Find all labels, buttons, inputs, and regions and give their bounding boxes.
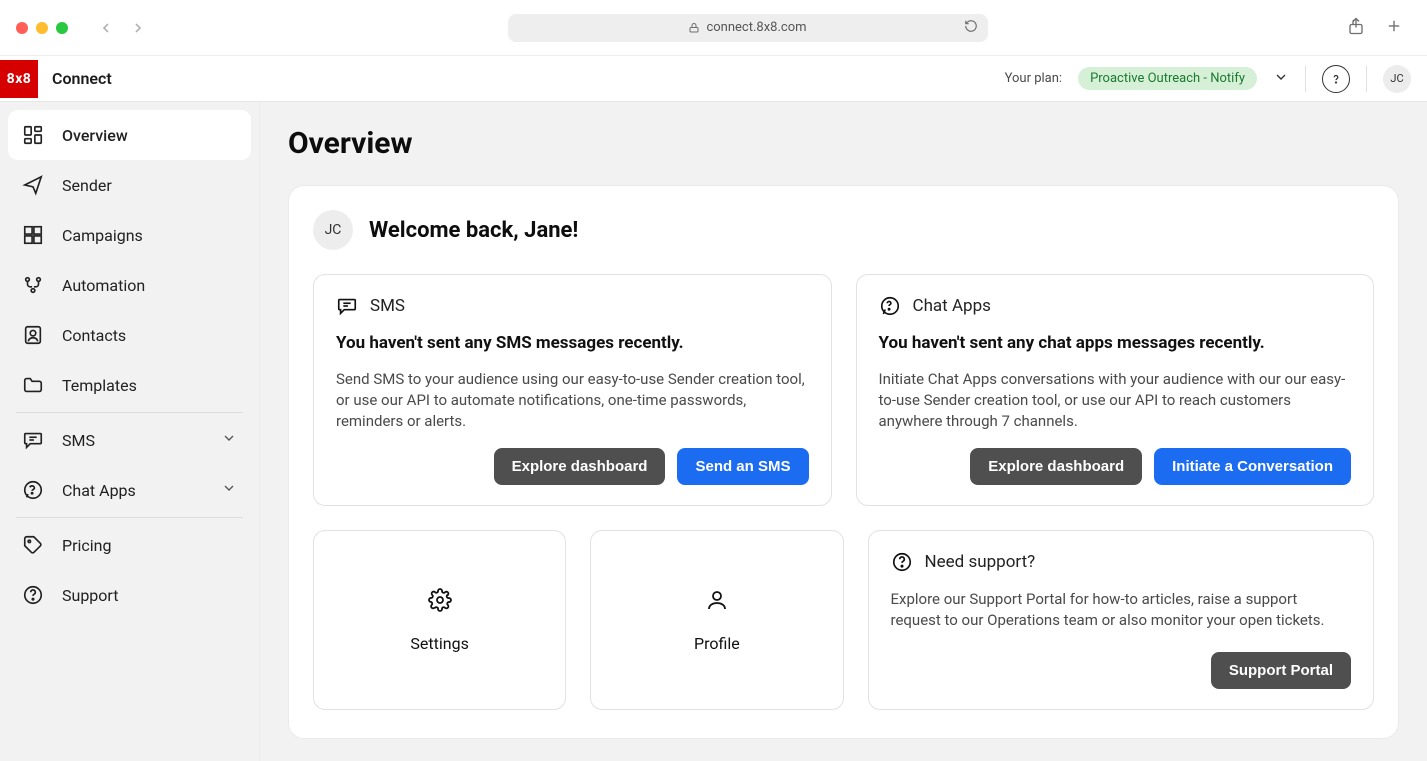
tag-icon — [22, 534, 44, 556]
sidebar-item-automation[interactable]: Automation — [8, 260, 251, 310]
bottom-grid: Settings Profile Need support? Exp — [313, 530, 1374, 710]
sidebar-item-sender[interactable]: Sender — [8, 160, 251, 210]
sms-panel: SMS You haven't sent any SMS messages re… — [313, 274, 832, 506]
window-close-button[interactable] — [16, 22, 28, 34]
browser-nav — [96, 18, 148, 38]
plan-label: Your plan: — [1005, 71, 1062, 86]
help-icon — [22, 584, 44, 606]
sidebar-item-label: Overview — [62, 126, 128, 145]
sidebar-item-overview[interactable]: Overview — [8, 110, 251, 160]
panel-description: Explore our Support Portal for how-to ar… — [891, 589, 1352, 631]
brand-name: Connect — [52, 69, 112, 88]
sidebar-item-label: Sender — [62, 176, 112, 195]
lock-icon — [688, 22, 700, 34]
sidebar-item-pricing[interactable]: Pricing — [8, 520, 251, 570]
window-controls — [16, 22, 68, 34]
explore-dashboard-button[interactable]: Explore dashboard — [970, 448, 1142, 485]
folder-icon — [22, 374, 44, 396]
profile-tile[interactable]: Profile — [590, 530, 843, 710]
whatsapp-icon — [22, 479, 44, 501]
header-right: Your plan: Proactive Outreach - Notify J… — [1005, 65, 1427, 93]
back-button[interactable] — [96, 18, 116, 38]
sidebar-item-label: Automation — [62, 276, 145, 295]
welcome-text: Welcome back, Jane! — [369, 218, 578, 243]
window-maximize-button[interactable] — [56, 22, 68, 34]
help-icon — [891, 551, 913, 573]
panel-headline: You haven't sent any SMS messages recent… — [336, 333, 809, 353]
chat-apps-panel: Chat Apps You haven't sent any chat apps… — [856, 274, 1375, 506]
sidebar-item-label: Campaigns — [62, 226, 143, 245]
page-title: Overview — [288, 126, 1399, 161]
welcome-row: JC Welcome back, Jane! — [313, 210, 1374, 250]
brand-area: 8x8 Connect — [0, 60, 112, 98]
app-header: 8x8 Connect Your plan: Proactive Outreac… — [0, 56, 1427, 102]
initiate-conversation-button[interactable]: Initiate a Conversation — [1154, 448, 1351, 485]
chevron-down-icon — [221, 430, 237, 450]
sidebar-item-label: Templates — [62, 376, 137, 395]
sidebar-item-templates[interactable]: Templates — [8, 360, 251, 410]
chevron-down-icon — [221, 480, 237, 500]
divider — [1305, 66, 1306, 92]
explore-dashboard-button[interactable]: Explore dashboard — [494, 448, 666, 485]
panel-grid: SMS You haven't sent any SMS messages re… — [313, 274, 1374, 506]
dashboard-icon — [22, 124, 44, 146]
support-panel: Need support? Explore our Support Portal… — [868, 530, 1375, 710]
sidebar-item-label: Contacts — [62, 326, 126, 345]
contacts-icon — [22, 324, 44, 346]
sidebar-item-label: Chat Apps — [62, 481, 136, 500]
panel-title: Chat Apps — [913, 296, 991, 316]
settings-tile[interactable]: Settings — [313, 530, 566, 710]
sidebar-item-campaigns[interactable]: Campaigns — [8, 210, 251, 260]
main-content: Overview JC Welcome back, Jane! SMS You … — [260, 102, 1427, 761]
sidebar-divider — [16, 517, 243, 518]
chat-icon — [336, 295, 358, 317]
panel-description: Send SMS to your audience using our easy… — [336, 369, 809, 432]
support-portal-button[interactable]: Support Portal — [1211, 652, 1351, 689]
panel-headline: You haven't sent any chat apps messages … — [879, 333, 1352, 353]
user-icon — [705, 588, 729, 616]
sidebar-item-support[interactable]: Support — [8, 570, 251, 620]
flow-icon — [22, 274, 44, 296]
reload-icon[interactable] — [964, 19, 978, 37]
send-sms-button[interactable]: Send an SMS — [677, 448, 808, 485]
whatsapp-icon — [879, 295, 901, 317]
avatar[interactable]: JC — [1383, 65, 1411, 93]
avatar: JC — [313, 210, 353, 250]
sidebar-item-label: SMS — [62, 431, 95, 450]
panel-description: Initiate Chat Apps conversations with yo… — [879, 369, 1352, 432]
divider — [1366, 66, 1367, 92]
grid-icon — [22, 224, 44, 246]
chat-icon — [22, 429, 44, 451]
content-card: JC Welcome back, Jane! SMS You haven't s… — [288, 185, 1399, 739]
sidebar-divider — [16, 412, 243, 413]
chevron-down-icon[interactable] — [1273, 69, 1289, 89]
plan-badge[interactable]: Proactive Outreach - Notify — [1078, 67, 1257, 90]
panel-title: SMS — [370, 296, 405, 316]
url-text: connect.8x8.com — [706, 20, 806, 35]
window-minimize-button[interactable] — [36, 22, 48, 34]
tile-label: Profile — [694, 634, 740, 653]
tile-label: Settings — [410, 634, 468, 653]
new-tab-icon[interactable] — [1385, 17, 1403, 39]
forward-button[interactable] — [128, 18, 148, 38]
sidebar-item-sms[interactable]: SMS — [8, 415, 251, 465]
sidebar-item-label: Support — [62, 586, 118, 605]
send-icon — [22, 174, 44, 196]
panel-title: Need support? — [925, 552, 1036, 572]
sidebar-item-contacts[interactable]: Contacts — [8, 310, 251, 360]
browser-actions — [1347, 17, 1403, 39]
share-icon[interactable] — [1347, 17, 1365, 39]
url-bar-wrap: connect.8x8.com — [164, 14, 1331, 42]
sidebar: Overview Sender Campaigns Automation Contact… — [0, 102, 260, 761]
sidebar-item-label: Pricing — [62, 536, 112, 555]
url-bar[interactable]: connect.8x8.com — [508, 14, 988, 42]
gear-icon — [428, 588, 452, 616]
brand-logo[interactable]: 8x8 — [0, 60, 38, 98]
sidebar-item-chat-apps[interactable]: Chat Apps — [8, 465, 251, 515]
browser-chrome: connect.8x8.com — [0, 0, 1427, 56]
help-button[interactable] — [1322, 65, 1350, 93]
